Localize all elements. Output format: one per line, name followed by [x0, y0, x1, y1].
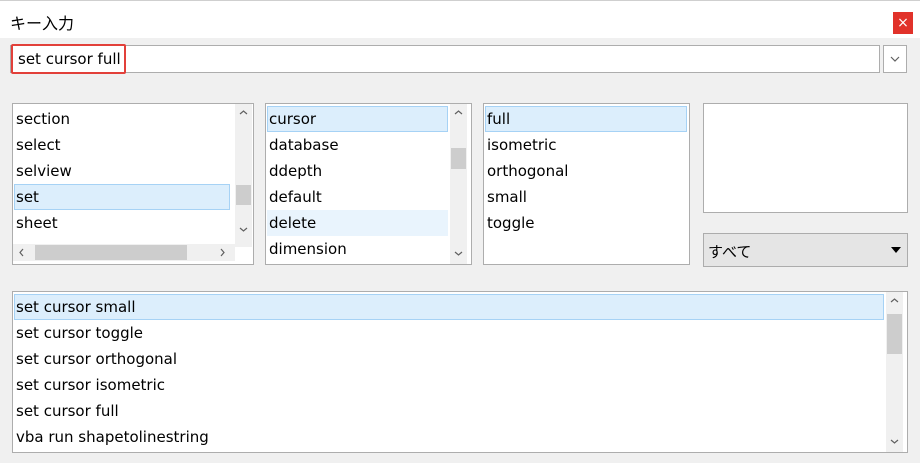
scroll-thumb[interactable] [451, 148, 466, 169]
list-item[interactable]: database [267, 132, 450, 158]
scroll-up-icon[interactable] [450, 104, 467, 121]
list-item[interactable]: isometric [485, 132, 687, 158]
history-item-selected[interactable]: set cursor small [14, 294, 884, 320]
scroll-down-icon[interactable] [450, 245, 467, 262]
scroll-thumb[interactable] [887, 314, 902, 354]
list-item[interactable]: default [267, 184, 450, 210]
window-title: キー入力 [10, 14, 75, 33]
filter-selected-value: すべて [708, 243, 752, 261]
vertical-scrollbar[interactable] [886, 292, 903, 452]
list-item[interactable]: toggle [485, 210, 687, 236]
scroll-up-icon[interactable] [886, 292, 903, 309]
caret-down-icon [891, 247, 901, 253]
scroll-right-icon[interactable] [214, 244, 231, 261]
list-item[interactable]: orthogonal [485, 158, 687, 184]
option-list[interactable]: cursor database ddepth default delete di… [265, 103, 472, 265]
scroll-thumb[interactable] [35, 245, 187, 260]
scroll-down-icon[interactable] [886, 433, 903, 450]
scroll-thumb[interactable] [236, 185, 251, 205]
scroll-up-icon[interactable] [235, 104, 252, 121]
vertical-scrollbar[interactable] [450, 104, 467, 264]
history-item[interactable]: set cursor full [14, 398, 886, 424]
history-list[interactable]: set cursor small set cursor toggle set c… [12, 291, 908, 453]
list-item[interactable]: section [14, 106, 232, 132]
list-item-hover[interactable]: delete [267, 210, 448, 236]
command-input[interactable] [11, 46, 879, 72]
command-list[interactable]: section select selview set sheet [12, 103, 254, 265]
command-input-container [10, 44, 880, 74]
preview-box [703, 103, 908, 213]
list-item[interactable]: select [14, 132, 232, 158]
close-button[interactable]: × [893, 12, 913, 34]
list-item[interactable]: dimension [267, 236, 450, 262]
close-icon: × [897, 15, 909, 31]
list-item[interactable]: sheet [14, 210, 232, 236]
list-item-selected[interactable]: cursor [267, 106, 448, 132]
list-item-selected[interactable]: set [14, 184, 230, 210]
vertical-scrollbar[interactable] [235, 104, 252, 247]
history-item[interactable]: set cursor isometric [14, 372, 886, 398]
command-history-dropdown-button[interactable] [883, 45, 907, 73]
history-item[interactable]: set cursor toggle [14, 320, 886, 346]
list-item[interactable]: ddepth [267, 158, 450, 184]
history-item[interactable]: set cursor orthogonal [14, 346, 886, 372]
title-bar: キー入力 × [0, 0, 920, 38]
filter-select[interactable]: すべて [703, 233, 908, 267]
horizontal-scrollbar[interactable] [13, 244, 235, 261]
scroll-left-icon[interactable] [13, 244, 30, 261]
chevron-down-icon [890, 56, 900, 62]
list-item-selected[interactable]: full [485, 106, 687, 132]
scroll-down-icon[interactable] [235, 221, 252, 238]
list-item[interactable]: small [485, 184, 687, 210]
list-item[interactable]: selview [14, 158, 232, 184]
history-item[interactable]: vba run shapetolinestring [14, 424, 886, 450]
value-list[interactable]: full isometric orthogonal small toggle [483, 103, 690, 265]
